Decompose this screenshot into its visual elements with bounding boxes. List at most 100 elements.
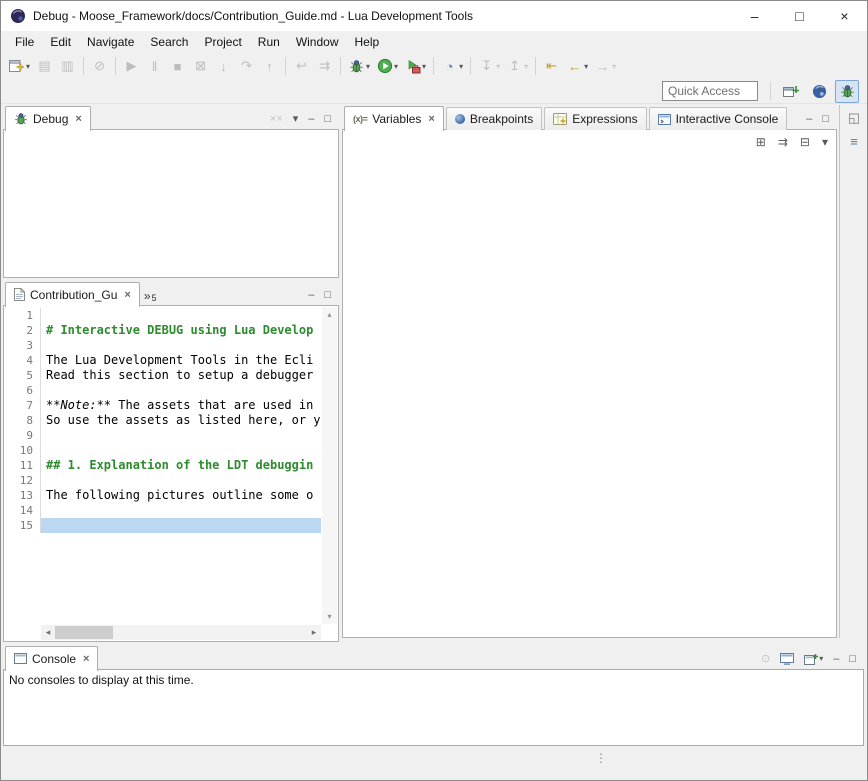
- new-wizard-button[interactable]: ▾: [6, 55, 32, 77]
- disconnect-button[interactable]: ⊠: [190, 55, 211, 77]
- tab-expressions[interactable]: Expressions: [544, 107, 646, 130]
- save-button[interactable]: ▤: [34, 55, 55, 77]
- debug-perspective-button[interactable]: [835, 80, 859, 103]
- menu-window[interactable]: Window: [288, 33, 347, 51]
- maximize-view-button[interactable]: □: [324, 113, 331, 125]
- resume-button[interactable]: ▶: [121, 55, 142, 77]
- debug-view-content[interactable]: [3, 129, 339, 278]
- line-number[interactable]: 3: [5, 338, 41, 353]
- console-content[interactable]: No consoles to display at this time.: [3, 669, 864, 746]
- editor-line[interactable]: 2# Interactive DEBUG using Lua Develop: [5, 323, 321, 338]
- dropdown-arrow-icon[interactable]: ▾: [26, 62, 30, 71]
- maximize-view-button[interactable]: □: [849, 653, 856, 665]
- editor-line[interactable]: 14: [5, 503, 321, 518]
- editor-line[interactable]: 5Read this section to setup a debugger: [5, 368, 321, 383]
- menu-navigate[interactable]: Navigate: [79, 33, 142, 51]
- menu-run[interactable]: Run: [250, 33, 288, 51]
- dropdown-arrow-icon[interactable]: ▾: [612, 62, 616, 71]
- editor-line[interactable]: 8So use the assets as listed here, or y: [5, 413, 321, 428]
- menu-edit[interactable]: Edit: [42, 33, 79, 51]
- dropdown-arrow-icon[interactable]: ▾: [366, 62, 370, 71]
- editor-line[interactable]: 9: [5, 428, 321, 443]
- dropdown-arrow-icon[interactable]: ▾: [819, 654, 823, 663]
- menu-project[interactable]: Project: [196, 33, 249, 51]
- editor-line[interactable]: 12: [5, 473, 321, 488]
- editor-line[interactable]: 1: [5, 308, 321, 323]
- editor-line[interactable]: 4The Lua Development Tools in the Ecli: [5, 353, 321, 368]
- quick-access-input[interactable]: [662, 81, 758, 101]
- minimize-view-button[interactable]: –: [308, 289, 314, 301]
- previous-annotation-button[interactable]: ↥▾: [504, 55, 530, 77]
- tab-contribution-guide[interactable]: Contribution_Gu ×: [5, 282, 140, 307]
- dropdown-arrow-icon[interactable]: ▾: [459, 62, 463, 71]
- maximize-view-button[interactable]: □: [324, 289, 331, 301]
- menu-search[interactable]: Search: [142, 33, 196, 51]
- close-icon[interactable]: ×: [428, 113, 434, 125]
- close-button[interactable]: ×: [822, 1, 867, 31]
- line-number[interactable]: 1: [5, 308, 41, 323]
- next-annotation-button[interactable]: ↧▾: [476, 55, 502, 77]
- drop-to-frame-button[interactable]: ↩: [291, 55, 312, 77]
- menu-file[interactable]: File: [7, 33, 42, 51]
- run-button[interactable]: ▾: [374, 55, 400, 77]
- forward-button[interactable]: →▾: [592, 55, 618, 77]
- editor-line[interactable]: 6: [5, 383, 321, 398]
- line-number[interactable]: 5: [5, 368, 41, 383]
- show-logical-structures-button[interactable]: ⇉: [778, 135, 788, 149]
- view-menu-button[interactable]: ▾: [293, 112, 299, 125]
- skip-breakpoints-button[interactable]: ⊘: [89, 55, 110, 77]
- last-edit-location-button[interactable]: ⇤: [541, 55, 562, 77]
- menu-help[interactable]: Help: [347, 33, 388, 51]
- debug-button[interactable]: ▾: [346, 55, 372, 77]
- sash-grip[interactable]: ⋮: [595, 751, 607, 765]
- scroll-up-icon[interactable]: ▴: [327, 307, 331, 322]
- remove-terminated-button[interactable]: ××: [270, 113, 283, 125]
- variables-content[interactable]: ⊞⇉⊟▾: [342, 129, 837, 638]
- horizontal-scrollbar[interactable]: ◂ ▸: [41, 625, 321, 640]
- close-icon[interactable]: ×: [75, 113, 81, 125]
- editor-line[interactable]: 15: [5, 518, 321, 533]
- line-number[interactable]: 2: [5, 323, 41, 338]
- back-button[interactable]: ←▾: [564, 55, 590, 77]
- tab-breakpoints[interactable]: Breakpoints: [446, 107, 542, 130]
- step-over-button[interactable]: ↷: [236, 55, 257, 77]
- collapse-all-button[interactable]: ⊟: [800, 135, 810, 149]
- line-number[interactable]: 15: [5, 518, 41, 533]
- line-number[interactable]: 11: [5, 458, 41, 473]
- close-icon[interactable]: ×: [83, 653, 89, 665]
- open-perspective-button[interactable]: [779, 80, 803, 103]
- lua-perspective-button[interactable]: [807, 80, 831, 103]
- line-number[interactable]: 14: [5, 503, 41, 518]
- dropdown-arrow-icon[interactable]: ▾: [524, 62, 528, 71]
- scrollbar-thumb[interactable]: [55, 626, 113, 639]
- save-all-button[interactable]: ▥: [57, 55, 78, 77]
- pin-console-button[interactable]: ⊙: [761, 652, 770, 665]
- suspend-button[interactable]: ‖: [144, 55, 165, 77]
- step-into-button[interactable]: ↓: [213, 55, 234, 77]
- minimize-view-button[interactable]: –: [833, 653, 839, 665]
- show-type-names-button[interactable]: ⊞: [756, 135, 766, 149]
- scroll-left-icon[interactable]: ◂: [41, 627, 55, 638]
- restore-minimized-views-button[interactable]: ◱: [848, 110, 860, 126]
- display-console-button[interactable]: [780, 653, 794, 665]
- editor-tab-overflow[interactable]: » 5: [142, 289, 161, 306]
- line-number[interactable]: 8: [5, 413, 41, 428]
- editor-line[interactable]: 11## 1. Explanation of the LDT debuggin: [5, 458, 321, 473]
- dropdown-arrow-icon[interactable]: ▾: [584, 62, 588, 71]
- editor-line[interactable]: 3: [5, 338, 321, 353]
- editor-content[interactable]: 12# Interactive DEBUG using Lua Develop3…: [3, 305, 339, 642]
- minimize-view-button[interactable]: –: [806, 113, 812, 125]
- editor-lines[interactable]: 12# Interactive DEBUG using Lua Develop3…: [5, 308, 321, 624]
- editor-line[interactable]: 7**Note:** The assets that are used in: [5, 398, 321, 413]
- vertical-scrollbar[interactable]: ▴ ▾: [322, 307, 337, 624]
- maximize-button[interactable]: □: [777, 1, 822, 31]
- dropdown-arrow-icon[interactable]: ▾: [496, 62, 500, 71]
- line-number[interactable]: 9: [5, 428, 41, 443]
- editor-line[interactable]: 13The following pictures outline some o: [5, 488, 321, 503]
- tab-interactive-console[interactable]: Interactive Console: [649, 107, 788, 130]
- line-number[interactable]: 7: [5, 398, 41, 413]
- tab-variables[interactable]: (x)= Variables ×: [344, 106, 444, 131]
- scroll-down-icon[interactable]: ▾: [327, 609, 331, 624]
- line-number[interactable]: 12: [5, 473, 41, 488]
- tab-console[interactable]: Console ×: [5, 646, 98, 671]
